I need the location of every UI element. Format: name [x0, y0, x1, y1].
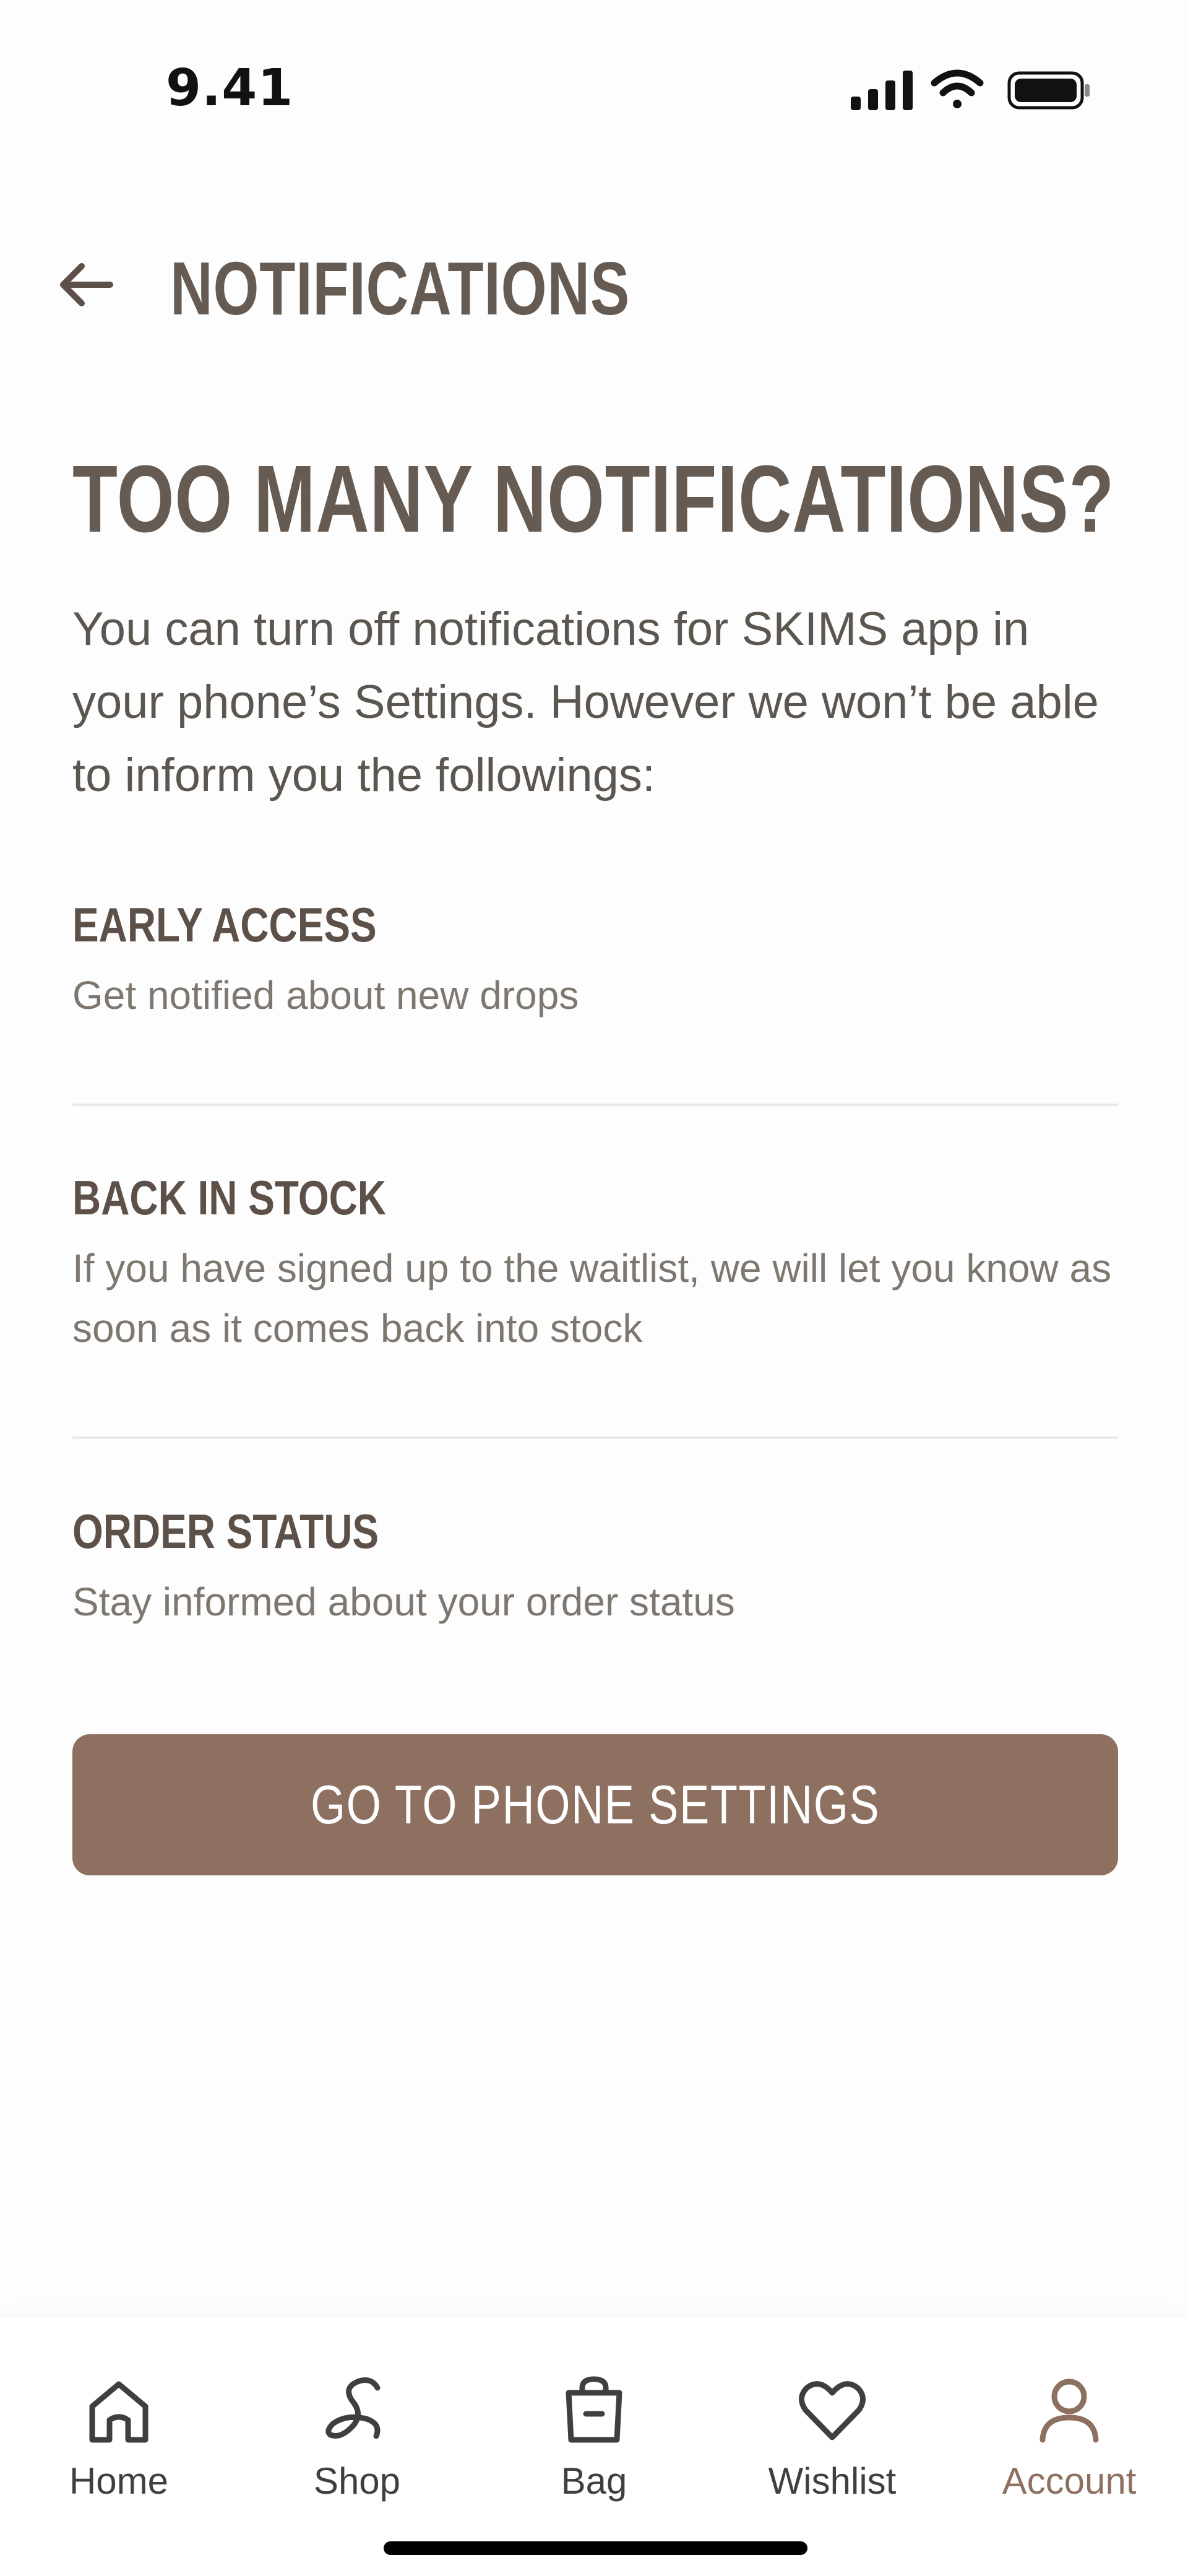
arrow-left-icon[interactable]: [56, 260, 114, 309]
section-title: EARLY ACCESS: [72, 897, 377, 952]
button-label: GO TO PHONE SETTINGS: [310, 1774, 880, 1835]
section-description: Stay informed about your order status: [72, 1579, 735, 1624]
tab-label: Bag: [561, 2460, 627, 2502]
section-title: BACK IN STOCK: [72, 1170, 386, 1225]
tab-home[interactable]: Home: [26, 2371, 212, 2513]
go-to-phone-settings-button[interactable]: GO TO PHONE SETTINGS: [72, 1734, 1118, 1875]
bag-icon: [566, 2376, 622, 2443]
bottom-tab-bar: Home Shop Bag Wishlist Account: [0, 2318, 1188, 2576]
heart-icon: [799, 2381, 866, 2440]
user-icon: [1040, 2379, 1099, 2443]
tab-label: Shop: [313, 2460, 401, 2502]
hero-heading: TOO MANY NOTIFICATIONS?: [72, 446, 1115, 552]
home-indicator: [384, 2541, 807, 2555]
tab-label: Home: [69, 2460, 169, 2502]
wifi-icon: [931, 69, 984, 108]
shop-s-icon: [325, 2377, 381, 2439]
status-icons: [851, 69, 1090, 110]
status-time: 9.41: [166, 59, 294, 118]
page-header: NOTIFICATIONS: [0, 223, 1188, 347]
tab-account[interactable]: Account: [976, 2371, 1162, 2513]
home-icon: [89, 2381, 148, 2443]
section-title: ORDER STATUS: [72, 1504, 379, 1558]
divider: [72, 1104, 1118, 1106]
section-back-in-stock: BACK IN STOCK If you have signed up to t…: [72, 1170, 1118, 1359]
section-description: Get notified about new drops: [72, 972, 579, 1018]
intro-text: You can turn off notifications for SKIMS…: [72, 603, 1099, 802]
tab-shop[interactable]: Shop: [264, 2371, 450, 2513]
tab-bag[interactable]: Bag: [501, 2371, 687, 2513]
section-description: If you have signed up to the waitlist, w…: [72, 1245, 1112, 1351]
tab-label: Account: [1002, 2460, 1137, 2502]
divider: [72, 1437, 1118, 1439]
tab-label: Wishlist: [768, 2460, 897, 2502]
cellular-signal-icon: [851, 71, 913, 110]
tab-wishlist[interactable]: Wishlist: [739, 2371, 925, 2513]
battery-icon: [1007, 71, 1090, 110]
page-title: NOTIFICATIONS: [170, 246, 631, 331]
status-bar: 9.41: [0, 0, 1188, 155]
section-order-status: ORDER STATUS Stay informed about your or…: [72, 1505, 1118, 1632]
section-early-access: EARLY ACCESS Get notified about new drop…: [72, 897, 1118, 1026]
